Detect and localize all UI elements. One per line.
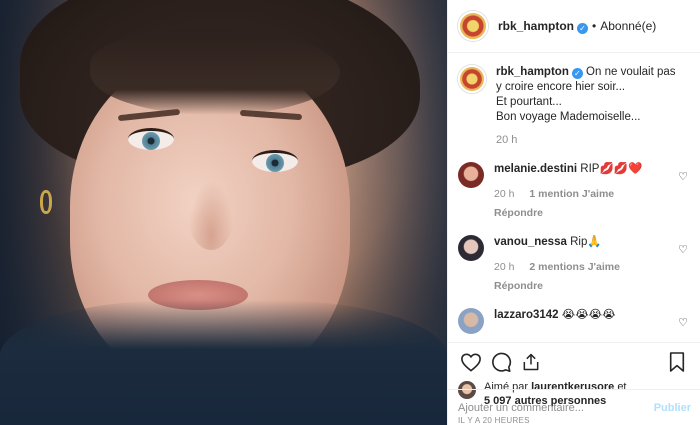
post-header: rbk_hampton ✓ • Abonné(e) xyxy=(448,0,700,53)
publish-button[interactable]: Publier xyxy=(654,402,691,414)
comment-username[interactable]: vanou_nessa xyxy=(494,236,567,248)
comment-icon[interactable] xyxy=(486,347,516,377)
verified-icon: ✓ xyxy=(577,22,589,34)
comment-likes[interactable]: 1 mention J'aime xyxy=(529,188,614,200)
author-avatar[interactable] xyxy=(458,11,488,41)
caption-line-2: Et pourtant... xyxy=(496,96,562,108)
caption-line-3: Bon voyage Mademoiselle... xyxy=(496,111,641,123)
comment-item: lazzaro3142 😭😭😭😭 ♡ xyxy=(458,308,690,334)
comments-section[interactable]: rbk_hampton ✓ On ne voulait pas y croire … xyxy=(448,53,700,342)
comment-item: melanie.destini RIP💋💋❤️ 20 h 1 mention J… xyxy=(458,162,690,221)
comment-time[interactable]: 20 h xyxy=(494,261,514,273)
author-username[interactable]: rbk_hampton ✓ xyxy=(498,19,589,34)
follow-status-button[interactable]: Abonné(e) xyxy=(600,19,656,33)
comment-username[interactable]: melanie.destini xyxy=(494,163,577,175)
comment-username[interactable]: lazzaro3142 xyxy=(494,309,559,321)
comment-text: RIP💋💋❤️ xyxy=(580,163,643,175)
post-caption: rbk_hampton ✓ On ne voulait pas y croire … xyxy=(458,65,690,148)
caption-avatar[interactable] xyxy=(458,65,486,93)
like-heart-icon[interactable] xyxy=(456,347,486,377)
instagram-post: rbk_hampton ✓ • Abonné(e) rbk_hampton ✓ On… xyxy=(0,0,700,425)
comment-likes[interactable]: 2 mentions J'aime xyxy=(529,261,620,273)
bookmark-icon[interactable] xyxy=(662,347,692,377)
comment-text: 😭😭😭😭 xyxy=(561,309,616,321)
reply-button[interactable]: Répondre xyxy=(494,206,664,221)
post-photo[interactable] xyxy=(0,0,447,425)
reply-button[interactable]: Répondre xyxy=(494,279,664,294)
caption-time[interactable]: 20 h xyxy=(496,133,681,148)
share-icon[interactable] xyxy=(516,347,546,377)
verified-icon: ✓ xyxy=(571,68,583,79)
comment-like-heart-icon[interactable]: ♡ xyxy=(678,170,688,183)
comment-item: vanou_nessa Rip🙏 20 h 2 mentions J'aime … xyxy=(458,235,690,294)
comment-like-heart-icon[interactable]: ♡ xyxy=(678,316,688,329)
comment-text: Rip🙏 xyxy=(570,236,602,248)
commenter-avatar[interactable] xyxy=(458,235,484,261)
commenter-avatar[interactable] xyxy=(458,308,484,334)
header-separator: • xyxy=(592,19,597,33)
caption-username[interactable]: rbk_hampton xyxy=(496,66,569,78)
commenter-avatar[interactable] xyxy=(458,162,484,188)
add-comment-bar: Publier xyxy=(448,389,700,425)
comment-input[interactable] xyxy=(458,401,654,414)
post-actions-bar xyxy=(448,342,700,380)
comment-like-heart-icon[interactable]: ♡ xyxy=(678,243,688,256)
post-side-panel: rbk_hampton ✓ • Abonné(e) rbk_hampton ✓ On… xyxy=(447,0,700,425)
comment-time[interactable]: 20 h xyxy=(494,188,514,200)
